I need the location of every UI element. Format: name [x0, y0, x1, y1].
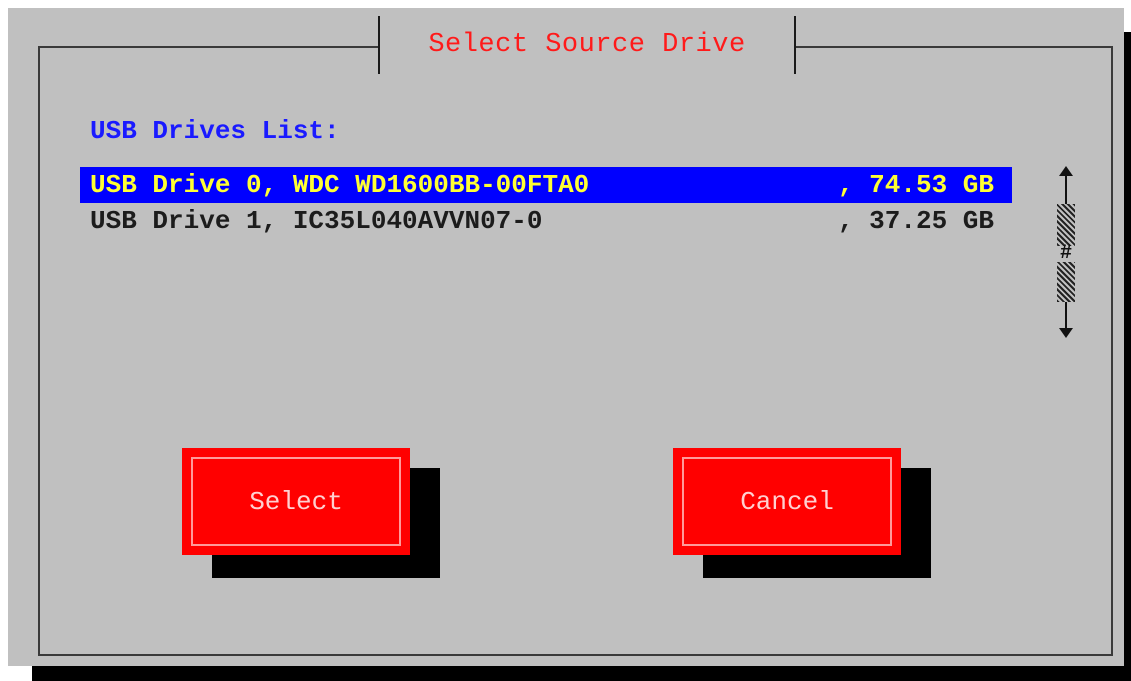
cancel-button-label: Cancel	[740, 486, 834, 517]
cancel-button-focus-border: Cancel	[682, 457, 892, 546]
scroll-down-arrow-icon[interactable]	[1059, 328, 1073, 338]
dialog-title: Select Source Drive	[428, 30, 746, 60]
drive-name: USB Drive 0, WDC WD1600BB-00FTA0	[90, 170, 590, 200]
list-scrollbar[interactable]: #	[1054, 166, 1078, 338]
drive-size: , 37.25 GB	[837, 206, 994, 236]
drives-list-label: USB Drives List:	[90, 116, 340, 146]
drive-name: USB Drive 1, IC35L040AVVN07-0	[90, 206, 543, 236]
select-button-label: Select	[249, 486, 343, 517]
drive-row-1[interactable]: USB Drive 1, IC35L040AVVN07-0 , 37.25 GB	[80, 203, 1012, 239]
scrollbar-thumb[interactable]: #	[1056, 244, 1076, 264]
scroll-up-arrow-icon[interactable]	[1059, 166, 1073, 176]
dialog-window: Select Source Drive USB Drives List: USB…	[8, 8, 1124, 666]
cancel-button[interactable]: Cancel	[673, 448, 901, 555]
dialog-title-box: Select Source Drive	[378, 16, 796, 74]
select-button-focus-border: Select	[191, 457, 401, 546]
select-button-wrapper: Select	[182, 448, 440, 578]
drives-list[interactable]: USB Drive 0, WDC WD1600BB-00FTA0 , 74.53…	[80, 167, 1012, 239]
drive-row-0[interactable]: USB Drive 0, WDC WD1600BB-00FTA0 , 74.53…	[80, 167, 1012, 203]
drive-size: , 74.53 GB	[837, 170, 994, 200]
cancel-button-wrapper: Cancel	[673, 448, 931, 578]
select-button[interactable]: Select	[182, 448, 410, 555]
